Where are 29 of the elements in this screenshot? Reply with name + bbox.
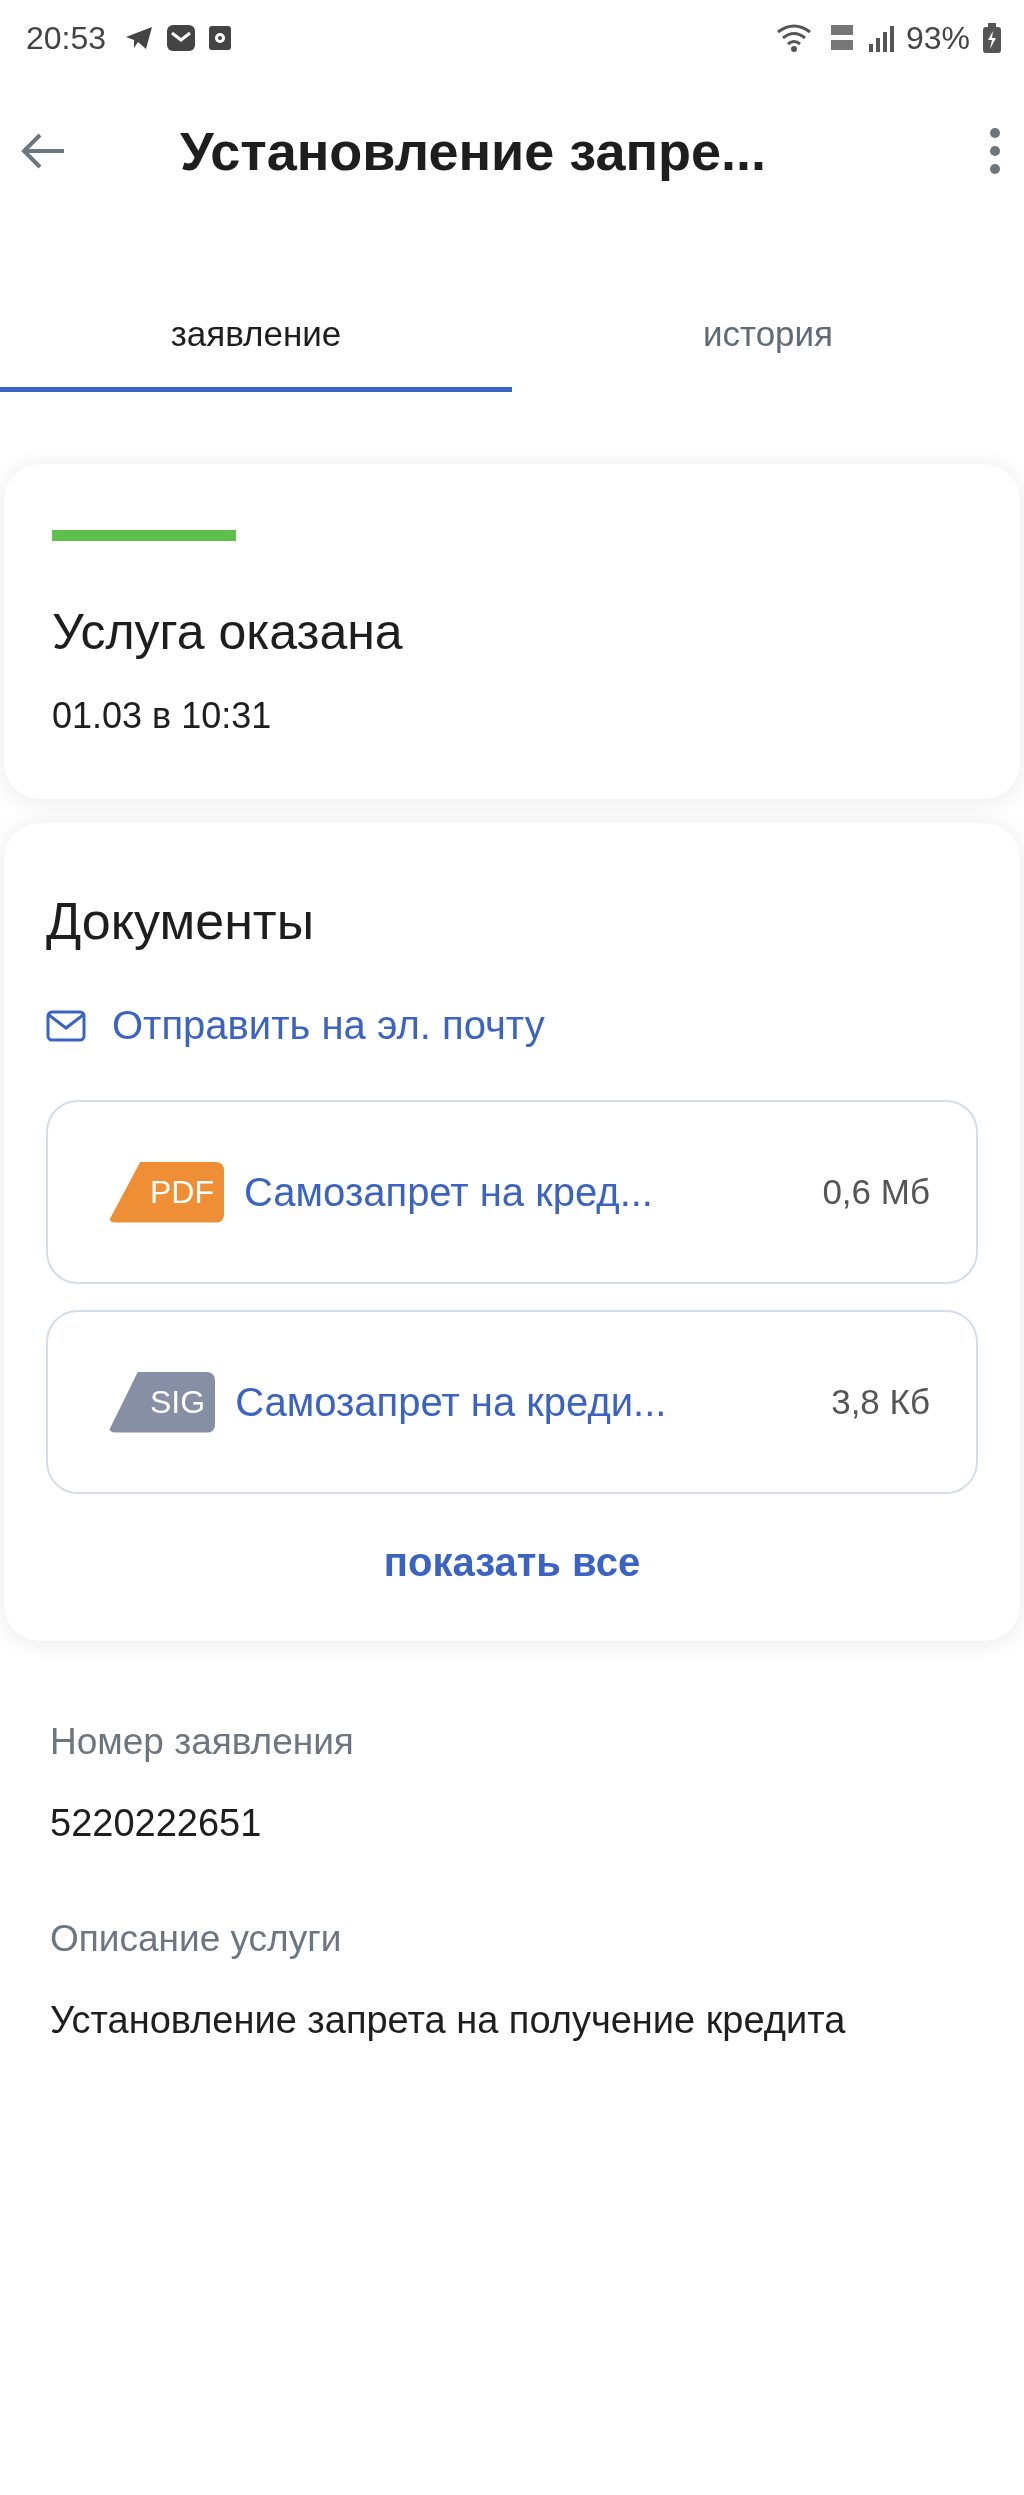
detail-label: Описание услуги — [50, 1917, 343, 1960]
telegram-icon — [124, 25, 155, 51]
status-title: Услуга оказана — [52, 603, 404, 661]
file-type-badge: SIG — [108, 1371, 216, 1433]
file-size: 3,8 Кб — [831, 1382, 930, 1422]
mail-icon — [46, 1009, 86, 1042]
signal-icon — [867, 24, 894, 52]
detail-label: Номер заявления — [50, 1721, 355, 1763]
tab[interactable]: история — [512, 280, 1024, 392]
email-link[interactable]: Отправить на эл. почту — [112, 1003, 545, 1048]
page-title: Установление запре... — [180, 120, 768, 182]
section-title: Документы — [46, 891, 316, 951]
file-name[interactable]: Самозапрет на кред... — [244, 1169, 823, 1215]
battery-icon — [982, 23, 1002, 53]
more-menu-icon[interactable] — [988, 126, 1002, 176]
battery-percent: 93% — [905, 19, 970, 57]
file-row[interactable]: PDF Самозапрет на кред... 0,6 Мб — [46, 1100, 978, 1284]
clock-time: 20:53 — [26, 19, 107, 57]
show-all-link[interactable]: показать все — [383, 1540, 641, 1584]
detail-value: Установление запрета на получение кредита — [50, 1997, 847, 2043]
status-date: 01.03 в 10:31 — [52, 695, 273, 737]
file-type-badge: PDF — [108, 1161, 224, 1223]
tab[interactable]: заявление — [0, 280, 512, 392]
file-row[interactable]: SIG Самозапрет на креди... 3,8 Кб — [46, 1310, 978, 1494]
mail-icon — [166, 23, 197, 53]
detail-value: 5220222651 — [50, 1801, 263, 1846]
file-name[interactable]: Самозапрет на креди... — [235, 1379, 832, 1425]
file-size: 0,6 Мб — [822, 1172, 930, 1212]
app-icon — [208, 25, 233, 51]
